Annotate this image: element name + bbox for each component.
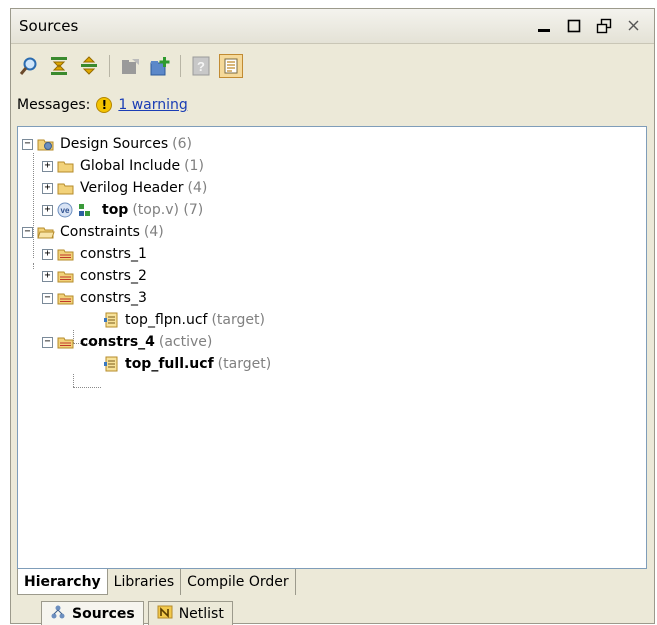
tab-label: Netlist <box>178 605 224 622</box>
tab-compile-order[interactable]: Compile Order <box>181 569 296 595</box>
tree-item-detail: (active) <box>158 334 213 350</box>
tree-item-constrs-3[interactable]: − constrs_3 <box>42 287 147 309</box>
netlist-icon <box>157 604 173 624</box>
tree-item-global-include[interactable]: + Global Include (1) <box>42 155 204 177</box>
tree-item-detail: (target) <box>211 312 265 328</box>
tab-netlist[interactable]: Netlist <box>147 601 233 625</box>
maximize-icon[interactable] <box>566 18 582 34</box>
collapse-all-icon[interactable] <box>47 54 71 78</box>
search-icon[interactable] <box>17 54 41 78</box>
add-sources-icon[interactable] <box>148 54 172 78</box>
ucf-file-icon <box>102 312 120 328</box>
close-icon[interactable] <box>626 18 642 34</box>
expand-toggle[interactable]: + <box>42 204 53 216</box>
collapse-toggle[interactable]: − <box>42 292 53 304</box>
folder-open-icon <box>37 224 55 240</box>
tree-item-detail: (top.v) (7) <box>132 202 204 218</box>
panel-title: Sources <box>19 17 79 35</box>
tree-item-constrs-1[interactable]: + constrs_1 <box>42 243 147 265</box>
tree-item-label: top_flpn.ucf <box>125 312 208 328</box>
tree-item-label: top_full.ucf <box>125 356 214 372</box>
collapse-toggle[interactable]: − <box>22 138 33 150</box>
edit-sources-icon[interactable] <box>118 54 142 78</box>
expand-all-icon[interactable] <box>77 54 101 78</box>
tree-item-label: top <box>102 202 129 218</box>
messages-bar: Messages: ! 1 warning <box>11 91 654 119</box>
svg-text:ve: ve <box>61 206 70 215</box>
tree-item-count: (4) <box>187 180 208 196</box>
toolbar-separator <box>180 55 181 77</box>
constraint-set-icon <box>57 290 75 306</box>
messages-label: Messages: <box>17 97 91 113</box>
tree-item-top[interactable]: + ve top (top.v) (7) <box>42 199 203 221</box>
tab-sources[interactable]: Sources <box>41 601 144 625</box>
svg-text:?: ? <box>197 59 205 74</box>
panel-tabs: Sources Netlist <box>41 601 237 625</box>
collapse-toggle[interactable]: − <box>42 336 53 348</box>
tree-item-design-sources[interactable]: − Design Sources (6) <box>22 133 192 155</box>
tree-item-detail: (target) <box>217 356 272 372</box>
tree-item-constrs-4[interactable]: − constrs_4 (active) <box>42 331 212 353</box>
tab-hierarchy[interactable]: Hierarchy <box>17 569 108 595</box>
tree-item-top-full-ucf[interactable]: top_full.ucf (target) <box>102 353 271 375</box>
tree-item-count: (4) <box>143 224 164 240</box>
sources-icon <box>50 604 66 624</box>
warning-link[interactable]: 1 warning <box>118 97 187 113</box>
folder-open-icon <box>37 136 55 152</box>
tab-libraries[interactable]: Libraries <box>107 569 182 595</box>
minimize-icon[interactable] <box>536 18 552 34</box>
tree-item-top-flpn-ucf[interactable]: top_flpn.ucf (target) <box>102 309 265 331</box>
tree-item-label: Constraints <box>60 224 140 240</box>
folder-icon <box>57 180 75 196</box>
tree-item-label: Verilog Header <box>80 180 184 196</box>
tree-connector <box>73 374 74 387</box>
tree-item-verilog-header[interactable]: + Verilog Header (4) <box>42 177 207 199</box>
source-tree: − Design Sources (6) + Global Include (1… <box>17 126 647 569</box>
expand-toggle[interactable]: + <box>42 160 53 172</box>
ucf-file-icon <box>102 356 120 372</box>
help-icon[interactable]: ? <box>189 54 213 78</box>
tree-item-label: constrs_3 <box>80 290 147 306</box>
tree-item-label: Design Sources <box>60 136 169 152</box>
verilog-module-icon: ve <box>57 202 97 218</box>
tab-label: Sources <box>72 605 135 622</box>
tree-item-label: constrs_4 <box>80 334 155 350</box>
constraint-set-icon <box>57 334 75 350</box>
toolbar-separator <box>109 55 110 77</box>
toolbar: ? <box>11 43 654 89</box>
tree-item-label: Global Include <box>80 158 181 174</box>
warning-icon: ! <box>96 97 113 113</box>
tree-item-count: (6) <box>172 136 193 152</box>
expand-toggle[interactable]: + <box>42 182 53 194</box>
collapse-toggle[interactable]: − <box>22 226 33 238</box>
show-hierarchy-icon[interactable] <box>219 54 243 78</box>
constraint-set-icon <box>57 246 75 262</box>
tree-item-label: constrs_2 <box>80 268 147 284</box>
constraint-set-icon <box>57 268 75 284</box>
window-controls <box>536 18 642 34</box>
tree-connector <box>33 263 34 269</box>
restore-icon[interactable] <box>596 18 612 34</box>
tree-connector <box>73 387 101 388</box>
tree-item-label: constrs_1 <box>80 246 147 262</box>
tree-item-count: (1) <box>184 158 204 174</box>
sources-panel: Sources ? Messages: ! 1 warning − Design… <box>10 8 655 625</box>
folder-icon <box>57 158 75 174</box>
tree-item-constrs-2[interactable]: + constrs_2 <box>42 265 147 287</box>
title-bar: Sources <box>11 9 654 44</box>
expand-toggle[interactable]: + <box>42 248 53 260</box>
view-tabs: Hierarchy Libraries Compile Order <box>17 569 296 595</box>
expand-toggle[interactable]: + <box>42 270 53 282</box>
tree-item-constraints[interactable]: − Constraints (4) <box>22 221 164 243</box>
